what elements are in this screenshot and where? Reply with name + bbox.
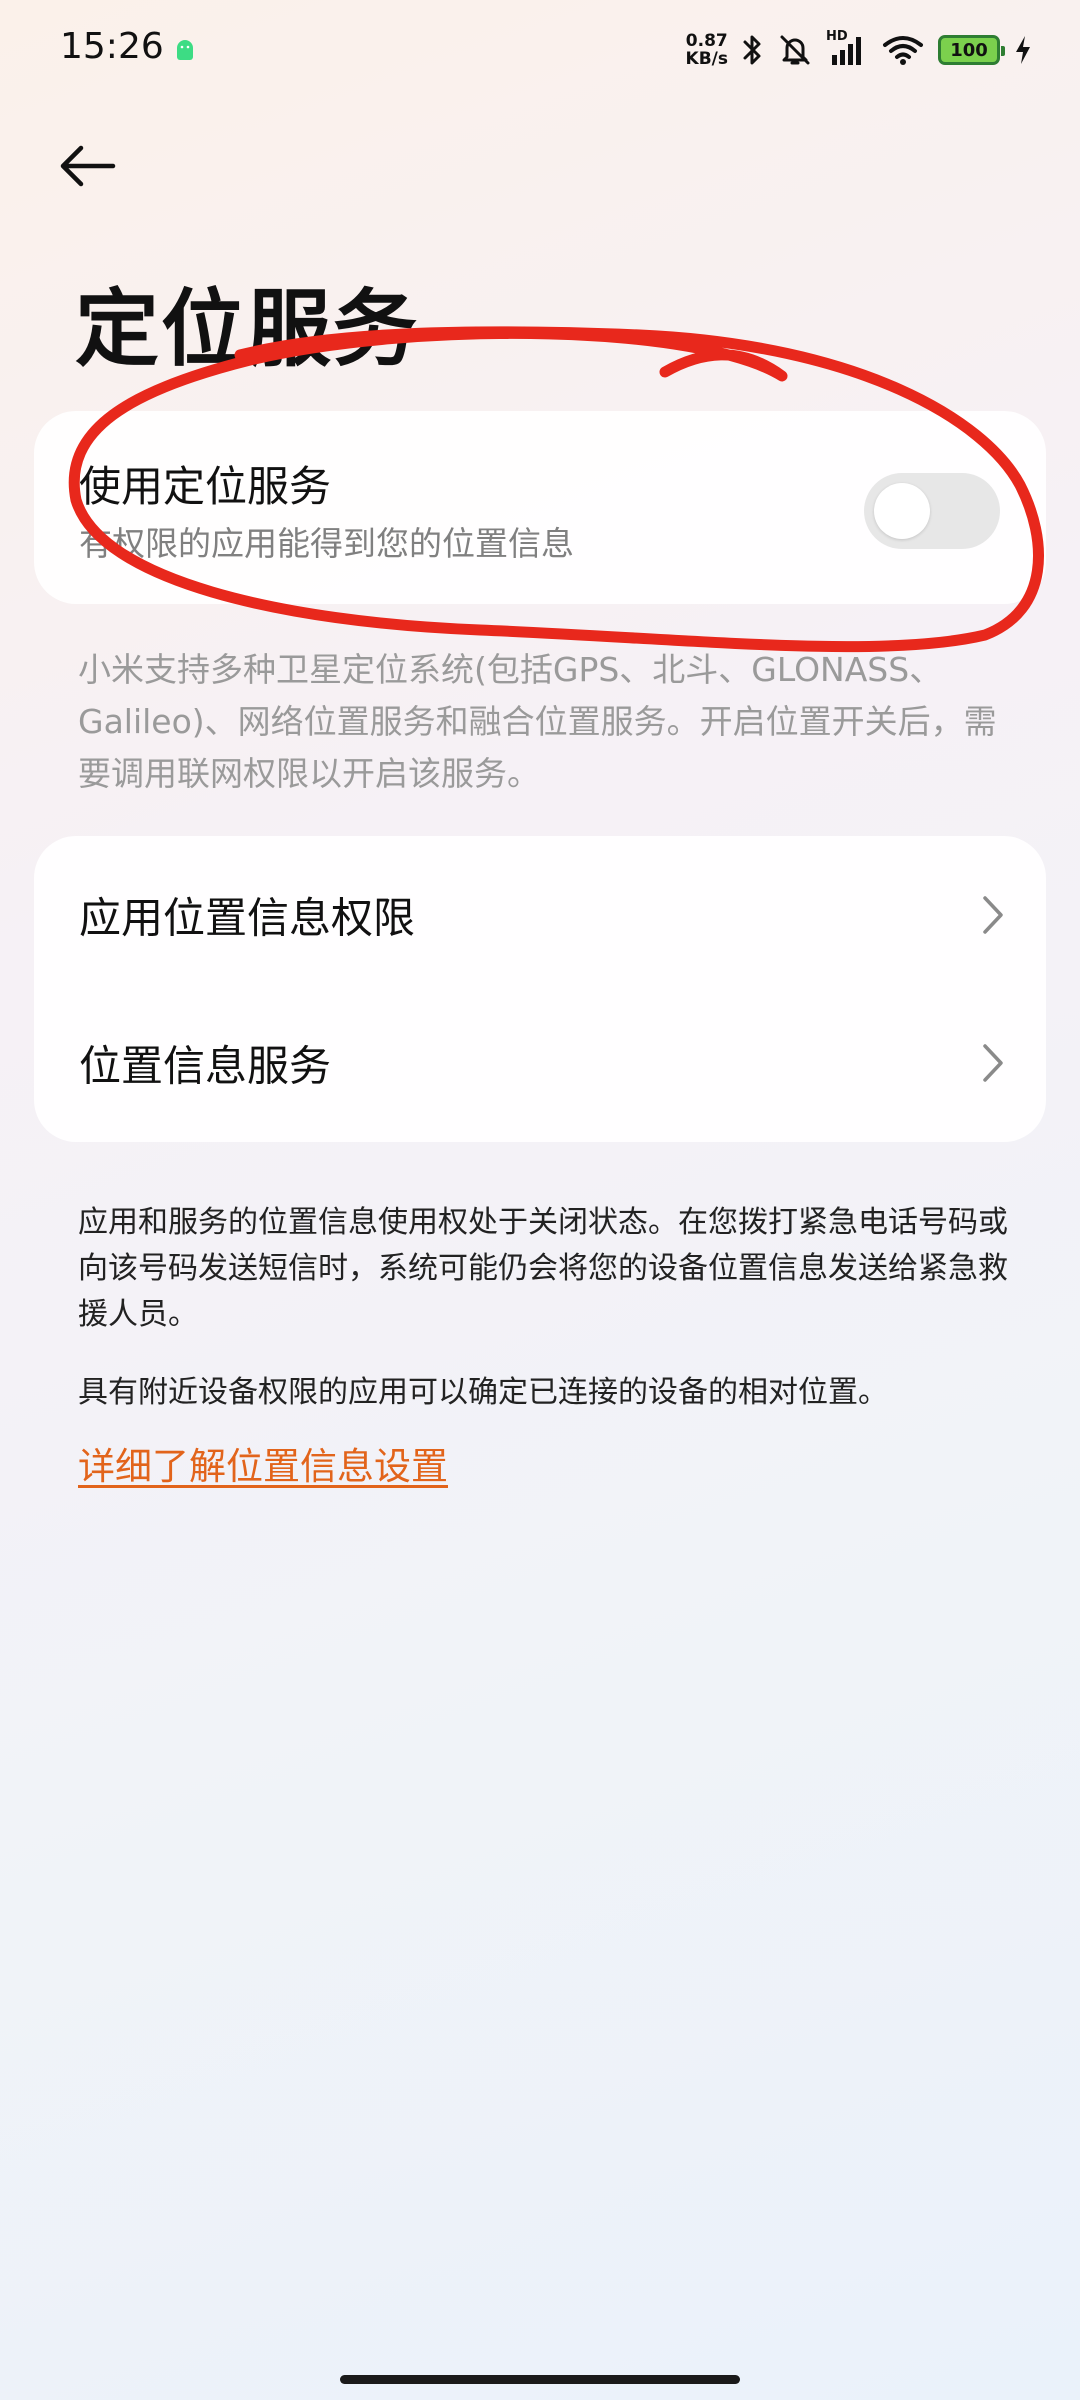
location-menu-card: 应用位置信息权限 位置信息服务 [34,836,1046,1142]
location-service-toggle[interactable] [864,473,1000,549]
menu-item-label: 位置信息服务 [79,1041,332,1091]
arrow-left-icon [60,145,116,187]
location-service-subtitle: 有权限的应用能得到您的位置信息 [79,524,574,563]
signal-icon [832,37,861,65]
bluetooth-icon [743,35,761,65]
location-service-title: 使用定位服务 [79,462,332,511]
toggle-knob [874,483,930,539]
page-title: 定位服务 [75,280,420,378]
status-time: 15:26 [60,26,164,67]
charging-icon [1016,36,1030,64]
signal-indicator: HD [826,29,868,67]
back-button[interactable] [52,136,122,196]
network-speed: 0.87 KB/s [686,32,728,68]
status-bar: 15:26 0.87 KB/s HD 100 [0,0,1080,100]
menu-item-label: 应用位置信息权限 [79,893,416,943]
emergency-location-note: 应用和服务的位置信息使用权处于关闭状态。在您拨打紧急电话号码或向该号码发送短信时… [78,1205,1008,1332]
battery-level: 100 [950,39,988,61]
chevron-right-icon [983,896,1003,934]
chevron-right-icon [983,1044,1003,1082]
wifi-icon [883,36,923,65]
nearby-devices-note: 具有附近设备权限的应用可以确定已连接的设备的相对位置。 [78,1375,888,1410]
location-description: 小米支持多种卫星定位系统(包括GPS、北斗、GLONASS、Galileo)、网… [78,650,997,793]
status-icons: 0.87 KB/s HD 100 [686,28,1032,72]
menu-item-app-location-permission[interactable]: 应用位置信息权限 [34,840,1046,990]
learn-more-link[interactable]: 详细了解位置信息设置 [78,1436,448,1490]
home-indicator[interactable] [340,2375,740,2384]
network-speed-value: 0.87 [685,31,728,51]
battery-icon: 100 [938,35,1005,65]
network-speed-unit: KB/s [685,49,728,69]
menu-item-location-services[interactable]: 位置信息服务 [34,988,1046,1138]
location-service-card: 使用定位服务 有权限的应用能得到您的位置信息 [34,411,1046,604]
android-icon [177,40,193,60]
mute-bell-icon [780,35,810,65]
